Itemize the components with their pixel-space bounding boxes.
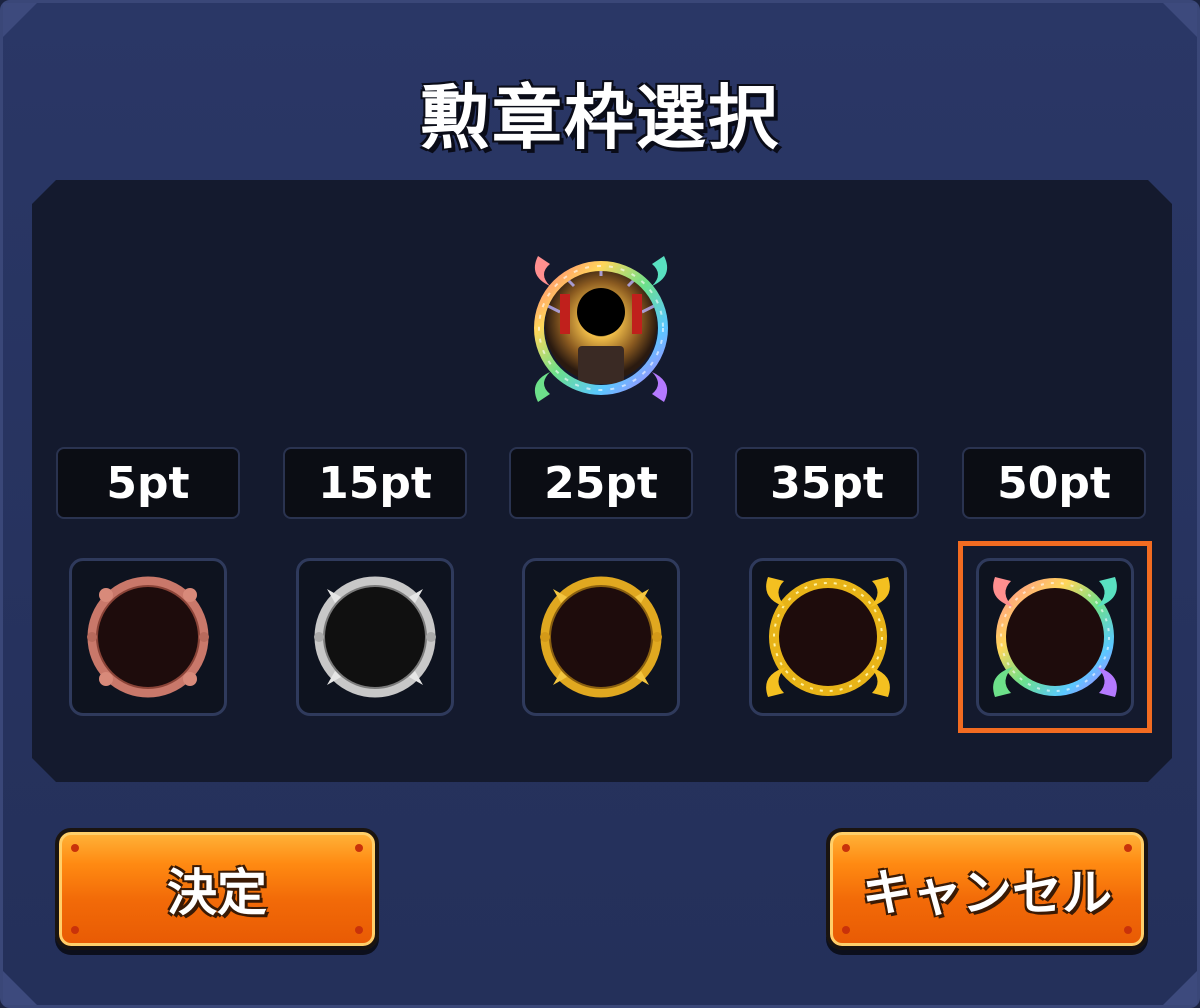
dialog-corner-ornament	[1163, 3, 1197, 37]
gold-horned-frame-icon	[766, 577, 890, 697]
frame-option-15pt[interactable]	[296, 558, 454, 716]
frame-points-label: 15pt	[283, 447, 467, 519]
frame-option-5pt[interactable]	[69, 558, 227, 716]
dialog-corner-ornament	[1163, 971, 1197, 1005]
gold-frame-icon	[540, 576, 662, 698]
dialog-corner-ornament	[3, 971, 37, 1005]
frame-points-label: 50pt	[962, 447, 1146, 519]
silver-frame-icon	[314, 576, 436, 698]
rainbow-medal-frame-preview-icon	[534, 256, 668, 402]
cancel-button[interactable]: キャンセル	[826, 828, 1148, 950]
dialog-title: 勲章枠選択	[420, 77, 780, 159]
frame-option-50pt[interactable]	[976, 558, 1134, 716]
frame-points-label: 25pt	[509, 447, 693, 519]
frame-option-35pt[interactable]	[749, 558, 907, 716]
rainbow-horned-frame-icon	[993, 577, 1117, 697]
confirm-button-label: 決定	[167, 864, 267, 922]
bronze-frame-icon	[87, 576, 209, 698]
frame-points-label: 35pt	[735, 447, 919, 519]
frame-points-label: 5pt	[56, 447, 240, 519]
cancel-button-label: キャンセル	[862, 864, 1112, 922]
confirm-button[interactable]: 決定	[55, 828, 379, 950]
dialog-corner-ornament	[3, 3, 37, 37]
frame-option-25pt[interactable]	[522, 558, 680, 716]
